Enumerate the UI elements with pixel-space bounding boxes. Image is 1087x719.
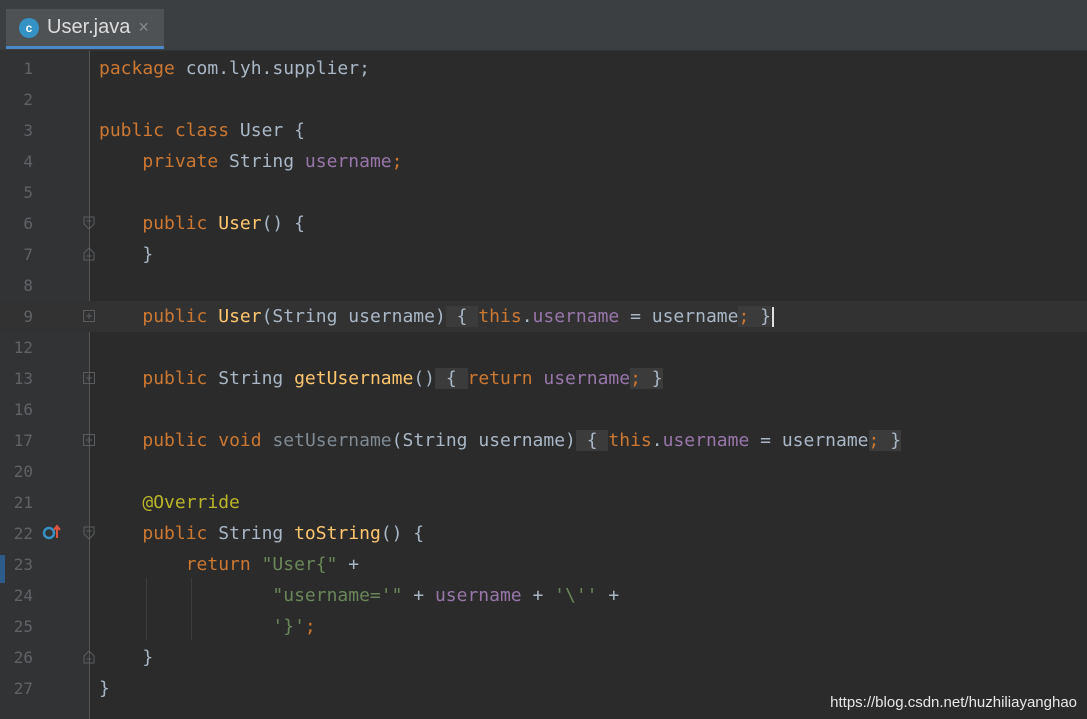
line-number: 9: [23, 307, 33, 326]
line-number: 2: [23, 90, 33, 109]
code-line: 17 public void setUsername(String userna…: [0, 425, 1087, 456]
code-line: 20: [0, 456, 1087, 487]
text-caret: [772, 307, 774, 327]
code-line: 2: [0, 84, 1087, 115]
line-number: 3: [23, 121, 33, 140]
code-line: 22 public String toString() {: [0, 518, 1087, 549]
line-number: 8: [23, 276, 33, 295]
line-number: 7: [23, 245, 33, 264]
tab-filename: User.java: [47, 16, 131, 38]
watermark: https://blog.csdn.net/huzhiliayanghao: [830, 694, 1077, 711]
line-number: 24: [13, 586, 33, 605]
line-number: 1: [23, 59, 33, 78]
line-number: 4: [23, 152, 33, 171]
line-number: 27: [13, 679, 33, 698]
line-number: 6: [23, 214, 33, 233]
tab-user-java[interactable]: c User.java ×: [6, 9, 164, 49]
line-number: 25: [13, 617, 33, 636]
editor-tab-bar: c User.java ×: [0, 0, 1087, 51]
override-method-icon[interactable]: [42, 523, 62, 544]
line-number: 5: [23, 183, 33, 202]
code-line: 1 package com.lyh.supplier;: [0, 53, 1087, 84]
line-number: 17: [13, 431, 33, 450]
code-line: 13 public String getUsername() { return …: [0, 363, 1087, 394]
code-line: 12: [0, 332, 1087, 363]
current-code-line: 9 public User(String username) { this.us…: [0, 301, 1087, 332]
line-number: 26: [13, 648, 33, 667]
code-line: 7 }: [0, 239, 1087, 270]
line-number: 21: [13, 493, 33, 512]
fold-collapse-icon[interactable]: [83, 526, 95, 540]
code-line: 5: [0, 177, 1087, 208]
code-line: 23 return "User{" +: [0, 549, 1087, 580]
fold-expand-icon[interactable]: [83, 372, 95, 384]
fold-collapse-icon[interactable]: [83, 216, 95, 230]
line-number: 23: [13, 555, 33, 574]
code-line: 3 public class User {: [0, 115, 1087, 146]
code-line: 25 '}';: [0, 611, 1087, 642]
code-line: 21 @Override: [0, 487, 1087, 518]
line-number: 13: [13, 369, 33, 388]
fold-end-icon[interactable]: [83, 247, 95, 261]
line-number: 20: [13, 462, 33, 481]
close-icon[interactable]: ×: [138, 17, 149, 38]
code-line: 24 "username='" + username + '\'' +: [0, 580, 1087, 611]
line-number: 16: [13, 400, 33, 419]
fold-expand-icon[interactable]: [83, 310, 95, 322]
line-number: 22: [13, 524, 33, 543]
code-line: 6 public User() {: [0, 208, 1087, 239]
code-line: 16: [0, 394, 1087, 425]
code-line: 8: [0, 270, 1087, 301]
code-line: 4 private String username;: [0, 146, 1087, 177]
fold-expand-icon[interactable]: [83, 434, 95, 446]
java-class-icon: c: [19, 17, 39, 38]
code-line: 26 }: [0, 642, 1087, 673]
fold-end-icon[interactable]: [83, 650, 95, 664]
line-number: 12: [13, 338, 33, 357]
